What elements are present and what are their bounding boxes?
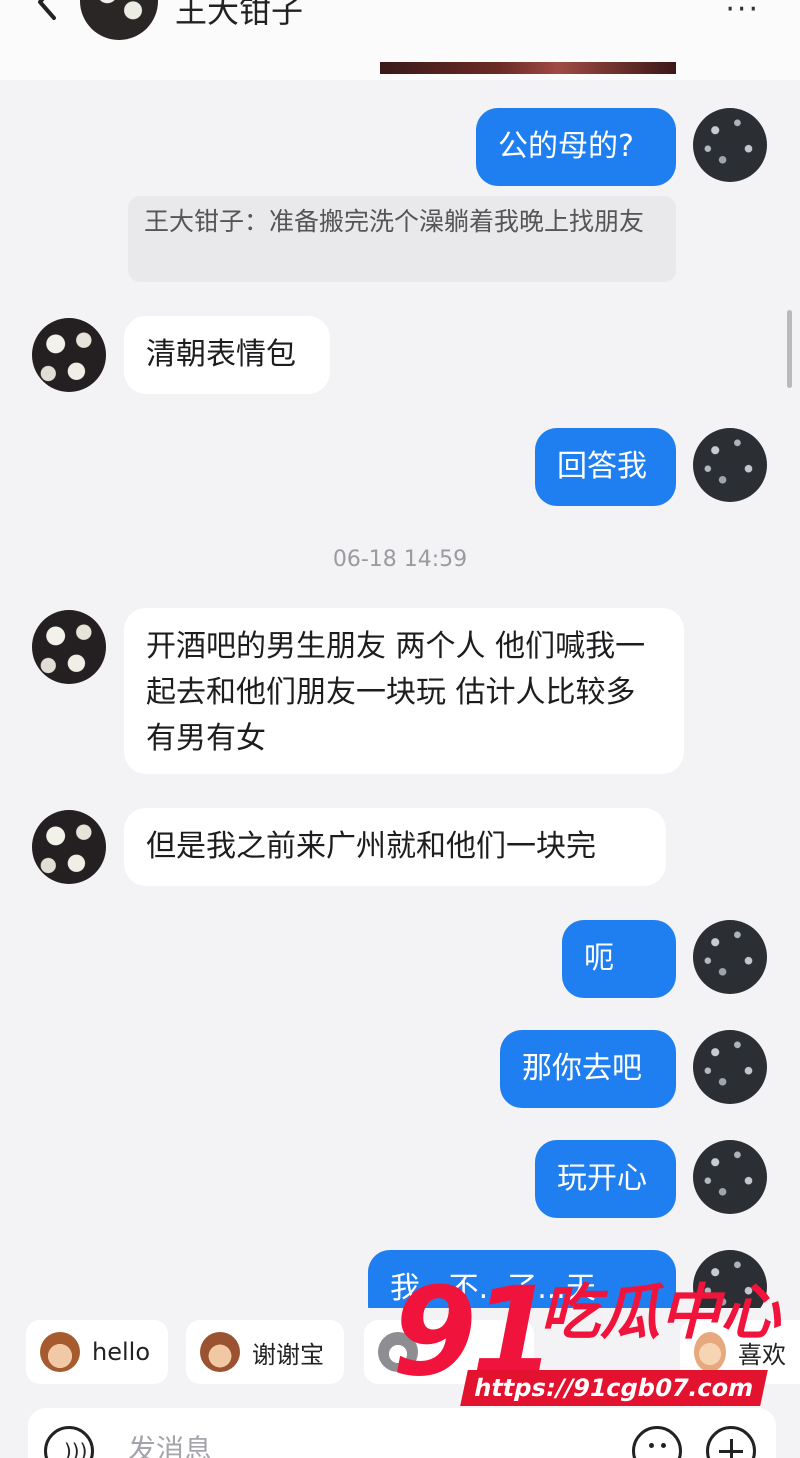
message-text: 回答我 — [557, 449, 647, 484]
my-avatar[interactable] — [693, 1140, 767, 1214]
message-bubble-outgoing[interactable]: 那你去吧 — [500, 1030, 676, 1108]
message-bubble-outgoing[interactable]: 回答我 — [535, 428, 676, 506]
quoted-message[interactable]: 王大钳子：准备搬完洗个澡躺着我晚上找朋友 — [128, 196, 676, 282]
quick-reply-chip[interactable]: hello — [26, 1320, 168, 1384]
message-bubble-outgoing[interactable]: 公的母的? — [476, 108, 676, 186]
message-bubble-outgoing[interactable]: 玩开心 — [535, 1140, 676, 1218]
monkey-emoji-icon — [40, 1332, 80, 1372]
quick-reply-label: 谢谢宝 — [252, 1340, 324, 1369]
message-bubble-incoming[interactable]: 开酒吧的男生朋友 两个人 他们喊我一起去和他们朋友一块玩 估计人比较多 有男有女 — [124, 608, 684, 774]
watermark-url: https://91cgb07.com — [460, 1370, 768, 1406]
monkey-emoji-icon — [200, 1332, 240, 1372]
timestamp-divider: 06-18 14:59 — [332, 547, 468, 572]
quick-reply-label: hello — [92, 1338, 150, 1366]
message-text: 公的母的? — [498, 129, 634, 164]
message-bubble-incoming[interactable]: 清朝表情包 — [124, 316, 330, 394]
message-text: 开酒吧的男生朋友 两个人 他们喊我一起去和他们朋友一块玩 估计人比较多 有男有女 — [146, 629, 646, 756]
quoted-text: 王大钳子：准备搬完洗个澡躺着我晚上找朋友 — [144, 207, 645, 236]
message-input-placeholder: 发消息 — [128, 1433, 213, 1458]
scrollbar[interactable] — [787, 310, 792, 388]
shared-image-preview[interactable] — [380, 62, 676, 74]
message-bubble-outgoing[interactable]: 呃 — [562, 920, 676, 998]
watermark-name: 吃瓜中心 — [540, 1278, 780, 1348]
contact-message-avatar[interactable] — [32, 610, 106, 684]
quick-reply-chip[interactable]: 谢谢宝 — [186, 1320, 344, 1384]
message-text: 清朝表情包 — [146, 337, 296, 372]
contact-message-avatar[interactable] — [32, 810, 106, 884]
watermark-logo: 91 吃瓜中心 https://91cgb07.com — [392, 1262, 800, 1430]
message-text: 玩开心 — [557, 1161, 647, 1196]
contact-avatar[interactable] — [80, 0, 158, 40]
message-text: 那你去吧 — [522, 1051, 642, 1086]
my-avatar[interactable] — [693, 1030, 767, 1104]
my-avatar[interactable] — [693, 108, 767, 182]
contact-name: 王大钳子 — [175, 0, 304, 30]
contact-message-avatar[interactable] — [32, 318, 106, 392]
more-options-icon[interactable]: ··· — [725, 0, 760, 27]
my-avatar[interactable] — [693, 920, 767, 994]
message-text: 但是我之前来广州就和他们一块完 — [146, 829, 596, 864]
my-avatar[interactable] — [693, 428, 767, 502]
back-arrow-icon[interactable] — [28, 0, 68, 28]
message-bubble-incoming[interactable]: 但是我之前来广州就和他们一块完 — [124, 808, 666, 886]
message-text: 呃 — [584, 941, 614, 976]
